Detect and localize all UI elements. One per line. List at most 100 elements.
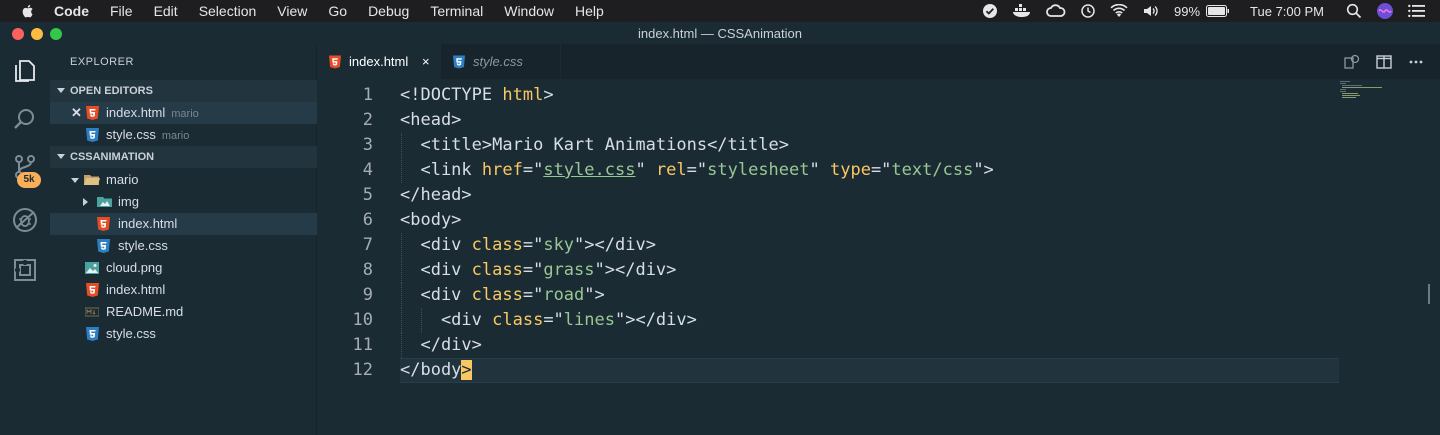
code-token: =" (522, 235, 544, 255)
code-token: sky (543, 235, 575, 255)
siri-icon[interactable] (1376, 2, 1394, 20)
line-number: 12 (352, 360, 373, 380)
search-icon[interactable] (12, 107, 38, 133)
creative-cloud-icon[interactable] (1046, 4, 1066, 18)
line-number: 5 (362, 185, 373, 205)
volume-icon[interactable] (1142, 4, 1160, 18)
extensions-icon[interactable] (12, 257, 38, 283)
split-editor-icon[interactable] (1376, 54, 1392, 70)
explorer-files-icon[interactable] (12, 58, 38, 84)
cssanimation-header[interactable]: CSSANIMATION (50, 146, 317, 168)
menu-debug[interactable]: Debug (368, 0, 409, 22)
close-editor-icon[interactable]: ✕ (71, 102, 82, 124)
menu-edit[interactable]: Edit (154, 0, 178, 22)
code-token: <div (400, 235, 472, 255)
menu-terminal[interactable]: Terminal (430, 0, 483, 22)
html5-icon (97, 217, 110, 231)
close-tab-icon[interactable]: × (422, 44, 430, 79)
code-line[interactable]: </body> (400, 358, 472, 383)
html5-icon (86, 283, 99, 297)
menu-view[interactable]: View (277, 0, 307, 22)
tree-file-style-css-nested[interactable]: style.css (50, 235, 317, 257)
tree-file-index-html[interactable]: index.html (50, 279, 317, 301)
editor-area: index.html × style.css 1 <!DOCTYPE html> 2… (317, 44, 1440, 435)
battery-icon[interactable] (1206, 5, 1230, 17)
indent-guide (401, 133, 402, 158)
maximize-window-button[interactable] (50, 28, 62, 40)
line-number: 4 (362, 160, 373, 180)
wifi-icon[interactable] (1110, 4, 1128, 18)
checkmark-shield-icon[interactable] (982, 3, 998, 19)
line-number: 11 (352, 335, 373, 355)
code-editor[interactable]: 1 <!DOCTYPE html> 2 <head> 3 <title>Mario Ka… (317, 79, 1440, 435)
minimize-window-button[interactable] (31, 28, 43, 40)
menu-file[interactable]: File (110, 0, 133, 22)
code-token: > (543, 85, 554, 105)
menu-app-code[interactable]: Code (54, 0, 89, 22)
tree-item-label: style.css (118, 238, 168, 253)
tree-file-style-css[interactable]: style.css (50, 323, 317, 345)
tab-index-html[interactable]: index.html × (317, 44, 441, 79)
tab-style-css[interactable]: style.css (441, 44, 561, 79)
line-number: 8 (362, 260, 373, 280)
spotlight-search-icon[interactable] (1346, 3, 1362, 19)
html5-icon (86, 106, 99, 120)
code-line[interactable]: <div class="road"> (400, 283, 604, 308)
menu-selection[interactable]: Selection (199, 0, 257, 22)
battery-percent[interactable]: 99% (1174, 4, 1200, 19)
text-cursor: > (461, 360, 472, 380)
notification-center-icon[interactable] (1408, 4, 1426, 18)
more-actions-icon[interactable] (1408, 54, 1424, 70)
code-token: Mario Kart Animations (492, 135, 708, 155)
tree-folder-img[interactable]: img (50, 191, 317, 213)
code-line[interactable]: </div> (400, 333, 481, 358)
code-token: <div (400, 260, 472, 280)
open-changes-icon[interactable] (1344, 54, 1360, 70)
open-editor-index-html[interactable]: ✕ index.html mario (50, 102, 317, 124)
debug-icon[interactable] (12, 207, 38, 233)
time-machine-icon[interactable] (1080, 3, 1096, 19)
explorer-sidebar: EXPLORER OPEN EDITORS ✕ index.html mario … (50, 44, 317, 435)
clock[interactable]: Tue 7:00 PM (1250, 4, 1324, 19)
minimap[interactable] (1340, 80, 1400, 100)
tab-label: index.html (349, 54, 409, 69)
open-editor-style-css[interactable]: style.css mario (50, 124, 317, 146)
docker-icon[interactable] (1012, 4, 1032, 18)
tree-folder-mario[interactable]: mario (50, 169, 317, 191)
tree-file-cloud-png[interactable]: cloud.png (50, 257, 317, 279)
open-editors-header[interactable]: OPEN EDITORS (50, 80, 317, 102)
tree-file-readme-md[interactable]: README.md (50, 301, 317, 323)
tree-file-index-html-nested[interactable]: index.html (50, 213, 317, 235)
line-number: 10 (352, 310, 373, 330)
code-line[interactable]: <div class="sky"></div> (400, 233, 655, 258)
indent-guide (401, 233, 402, 258)
code-token: =" (686, 160, 708, 180)
code-line[interactable]: <div class="lines"></div> (400, 308, 697, 333)
code-token: text/css (891, 160, 974, 180)
tree-item-label: style.css (106, 326, 156, 341)
code-token: rel (655, 160, 687, 180)
menu-bar: Code File Edit Selection View Go Debug T… (0, 0, 1440, 22)
menu-window[interactable]: Window (504, 0, 554, 22)
code-line[interactable]: <body> (400, 208, 461, 233)
code-token: grass (543, 260, 595, 280)
css3-icon (97, 239, 110, 253)
status-menu-extras: 99% Tue 7:00 PM (982, 0, 1440, 22)
code-line[interactable]: <head> (400, 108, 461, 133)
menu-help[interactable]: Help (575, 0, 604, 22)
editor-tab-bar: index.html × style.css (317, 44, 1440, 79)
code-line[interactable]: <title>Mario Kart Animations</title> (400, 133, 788, 158)
code-line[interactable]: <div class="grass"></div> (400, 258, 676, 283)
code-token: =" (870, 160, 892, 180)
explorer-title: EXPLORER (70, 56, 134, 68)
code-line[interactable]: </head> (400, 183, 472, 208)
code-line[interactable]: <link href="style.css" rel="stylesheet" … (400, 158, 993, 183)
menu-go[interactable]: Go (328, 0, 347, 22)
chevron-down-icon (57, 154, 65, 159)
code-token: type (829, 160, 871, 180)
indent-guide (421, 308, 423, 333)
apple-icon[interactable] (20, 3, 36, 19)
close-window-button[interactable] (12, 28, 24, 40)
code-line[interactable]: <!DOCTYPE html> (400, 83, 554, 108)
tree-item-label: cloud.png (106, 260, 163, 275)
